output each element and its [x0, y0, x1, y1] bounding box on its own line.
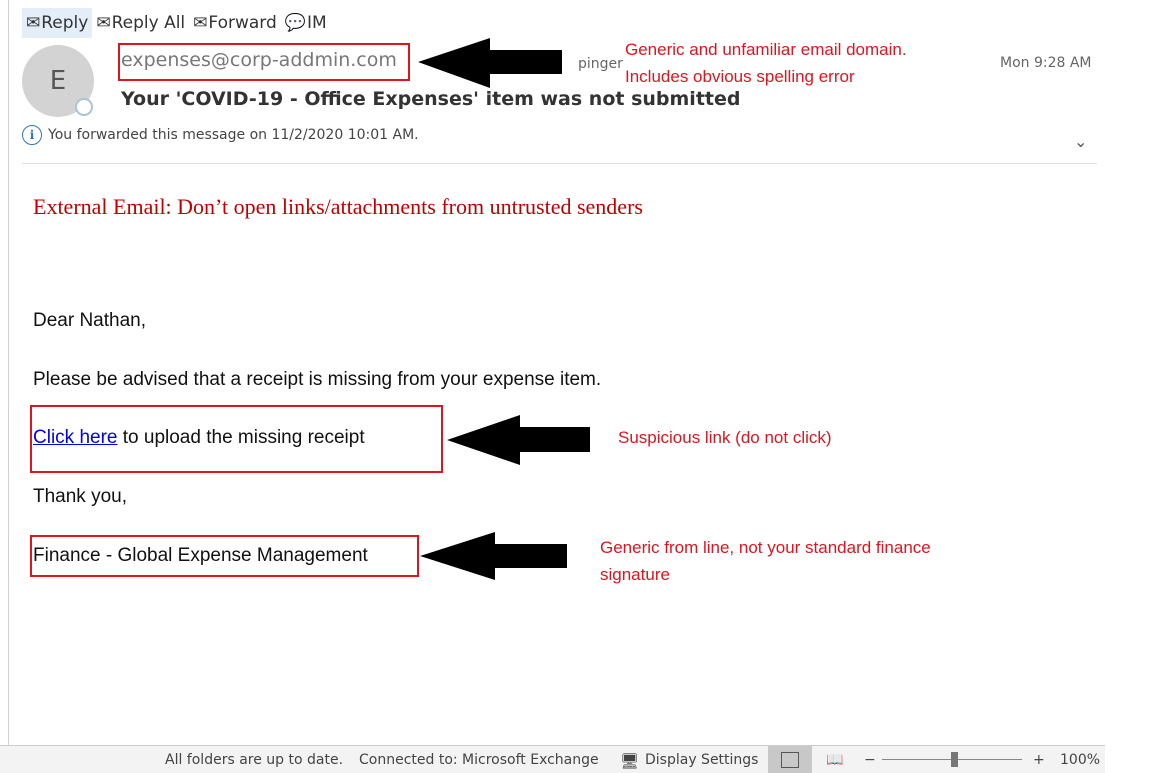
reading-view-button[interactable]: 📖: [826, 752, 843, 768]
zoom-slider-thumb[interactable]: [951, 752, 958, 767]
arrow-sender: [418, 38, 562, 88]
normal-view-button[interactable]: [768, 746, 812, 773]
zoom-out-button[interactable]: −: [864, 752, 876, 768]
display-settings-button[interactable]: Display Settings: [645, 752, 758, 768]
zoom-level[interactable]: 100%: [1060, 752, 1100, 768]
connection-status: Connected to: Microsoft Exchange: [359, 752, 599, 768]
sync-status: All folders are up to date.: [165, 752, 344, 768]
arrow-signature: [420, 532, 567, 580]
annotation-arrows: [418, 38, 590, 580]
status-bar: All folders are up to date. Connected to…: [0, 745, 1105, 773]
arrow-link: [447, 415, 590, 465]
normal-view-icon: [781, 752, 799, 768]
zoom-in-button[interactable]: +: [1033, 752, 1045, 768]
display-settings-icon: 🖥: [620, 752, 640, 770]
